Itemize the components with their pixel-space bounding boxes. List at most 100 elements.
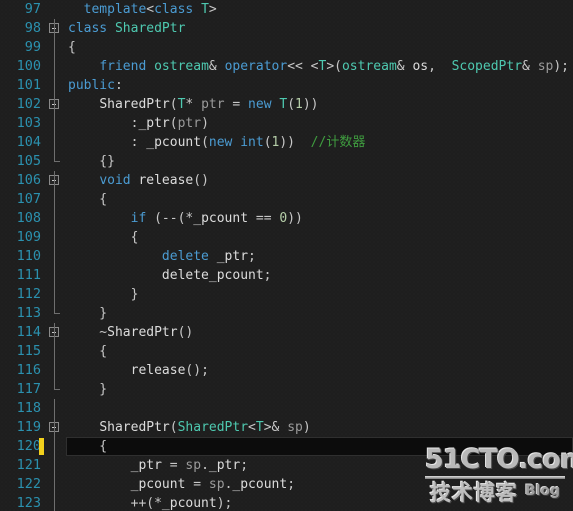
code-line[interactable]: 116 release(); <box>0 361 573 380</box>
code-fold-toggle[interactable] <box>44 323 66 342</box>
code-fold-guide <box>44 152 66 171</box>
code-line[interactable]: 119 SharedPtr(SharedPtr<T>& sp) <box>0 418 573 437</box>
line-number-gutter[interactable]: 110 <box>0 247 44 266</box>
line-number-gutter[interactable]: 118 <box>0 399 44 418</box>
code-editor[interactable]: 97 template<class T> 98 class SharedPtr 99{… <box>0 0 573 511</box>
code-line-text[interactable]: friend ostream& operator<< <T>(ostream& … <box>66 57 573 76</box>
line-number-gutter[interactable]: 104 <box>0 133 44 152</box>
code-token: _ptr <box>208 458 241 473</box>
code-token: sp <box>185 458 202 473</box>
code-line-text[interactable]: { <box>66 190 573 209</box>
line-number-gutter[interactable]: 115 <box>0 342 44 361</box>
line-number-gutter[interactable]: 97 <box>0 0 44 19</box>
code-line-text[interactable]: { <box>66 437 573 456</box>
code-line[interactable]: 109 { <box>0 228 573 247</box>
code-line-text[interactable]: : _pcount(new int(1)) //计数器 <box>66 133 573 152</box>
code-line[interactable]: 117 } <box>0 380 573 399</box>
code-line-text[interactable]: template<class T> <box>66 0 573 19</box>
code-fold-toggle[interactable] <box>44 95 66 114</box>
line-number-gutter[interactable]: 116 <box>0 361 44 380</box>
code-line-text[interactable]: } <box>66 304 573 323</box>
fold-spine <box>54 133 55 152</box>
code-token: << < <box>287 59 319 74</box>
line-number-gutter[interactable]: 99 <box>0 38 44 57</box>
code-line[interactable]: 99 { <box>0 38 573 57</box>
code-line-text[interactable] <box>66 399 573 418</box>
code-fold-toggle[interactable] <box>44 171 66 190</box>
line-number-gutter[interactable]: 111 <box>0 266 44 285</box>
line-number-gutter[interactable]: 117 <box>0 380 44 399</box>
code-line[interactable]: 106 void release() <box>0 171 573 190</box>
code-line-text[interactable]: { <box>66 38 573 57</box>
code-line[interactable]: 101 public: <box>0 76 573 95</box>
code-line-text[interactable]: { <box>66 342 573 361</box>
fold-spine <box>54 19 55 38</box>
line-number-gutter[interactable]: 102 <box>0 95 44 114</box>
code-line[interactable]: 104 : _pcount(new int(1)) //计数器 <box>0 133 573 152</box>
line-number-gutter[interactable]: 107 <box>0 190 44 209</box>
code-line-text[interactable]: void release() <box>66 171 573 190</box>
line-number-gutter[interactable]: 103 <box>0 114 44 133</box>
code-token: _pcount <box>146 135 202 150</box>
code-line-text[interactable]: SharedPtr(SharedPtr<T>& sp) <box>66 418 573 437</box>
line-number-gutter[interactable]: 113 <box>0 304 44 323</box>
code-line[interactable]: 120 { <box>0 437 573 456</box>
code-token: 0 <box>279 211 288 226</box>
code-line-text[interactable]: } <box>66 380 573 399</box>
code-line-text[interactable]: delete _ptr; <box>66 247 573 266</box>
code-line[interactable]: 107 { <box>0 190 573 209</box>
code-line[interactable]: 112 } <box>0 285 573 304</box>
code-line-text[interactable]: { <box>66 228 573 247</box>
code-fold-toggle[interactable] <box>44 418 66 437</box>
line-number-gutter[interactable]: 114 <box>0 323 44 342</box>
line-number-gutter[interactable]: 120 <box>0 437 44 456</box>
code-line[interactable]: 108 if (--(*_pcount == 0)) <box>0 209 573 228</box>
code-line[interactable]: 113 } <box>0 304 573 323</box>
line-number-gutter[interactable]: 112 <box>0 285 44 304</box>
code-line[interactable]: 103 :_ptr(ptr) <box>0 114 573 133</box>
fold-spine <box>54 304 55 314</box>
code-line-text[interactable]: :_ptr(ptr) <box>66 114 573 133</box>
line-number-gutter[interactable]: 108 <box>0 209 44 228</box>
code-line[interactable]: 122 _pcount = sp._pcount; <box>0 475 573 494</box>
code-fold-guide <box>44 437 66 456</box>
code-line-text[interactable]: ~SharedPtr() <box>66 323 573 342</box>
line-number-gutter[interactable]: 109 <box>0 228 44 247</box>
code-line-text[interactable]: } <box>66 285 573 304</box>
code-line[interactable]: 111 delete_pcount; <box>0 266 573 285</box>
code-token: ScopedPtr <box>451 59 523 74</box>
line-number-gutter[interactable]: 106 <box>0 171 44 190</box>
line-number-gutter[interactable]: 101 <box>0 76 44 95</box>
line-number-gutter[interactable]: 119 <box>0 418 44 437</box>
line-number-gutter[interactable]: 100 <box>0 57 44 76</box>
code-line[interactable]: 114 ~SharedPtr() <box>0 323 573 342</box>
code-line-text[interactable]: class SharedPtr <box>66 19 573 38</box>
code-fold-toggle[interactable] <box>44 19 66 38</box>
code-line-text[interactable]: _ptr = sp._ptr; <box>66 456 573 475</box>
line-number-gutter[interactable]: 122 <box>0 475 44 494</box>
code-line-text[interactable]: delete_pcount; <box>66 266 573 285</box>
line-number-gutter[interactable]: 121 <box>0 456 44 475</box>
code-line[interactable]: 118 <box>0 399 573 418</box>
code-line-text[interactable]: SharedPtr(T* ptr = new T(1)) <box>66 95 573 114</box>
line-number-gutter[interactable]: 105 <box>0 152 44 171</box>
code-line[interactable]: 110 delete _ptr; <box>0 247 573 266</box>
code-line-text[interactable]: release(); <box>66 361 573 380</box>
code-line[interactable]: 105 {} <box>0 152 573 171</box>
code-line[interactable]: 123 ++(*_pcount); <box>0 494 573 511</box>
code-line-text[interactable]: {} <box>66 152 573 171</box>
code-line-text[interactable]: _pcount = sp._pcount; <box>66 475 573 494</box>
line-number-gutter[interactable]: 123 <box>0 494 44 511</box>
line-number-gutter[interactable]: 98 <box>0 19 44 38</box>
code-line-text[interactable]: ++(*_pcount); <box>66 494 573 511</box>
code-line-text[interactable]: if (--(*_pcount == 0)) <box>66 209 573 228</box>
code-line[interactable]: 121 _ptr = sp._ptr; <box>0 456 573 475</box>
code-line[interactable]: 97 template<class T> <box>0 0 573 19</box>
code-line[interactable]: 115 { <box>0 342 573 361</box>
line-number: 97 <box>24 1 41 17</box>
code-line-text[interactable]: public: <box>66 76 573 95</box>
code-line[interactable]: 98 class SharedPtr <box>0 19 573 38</box>
code-line[interactable]: 102 SharedPtr(T* ptr = new T(1)) <box>0 95 573 114</box>
code-line[interactable]: 100 friend ostream& operator<< <T>(ostre… <box>0 57 573 76</box>
